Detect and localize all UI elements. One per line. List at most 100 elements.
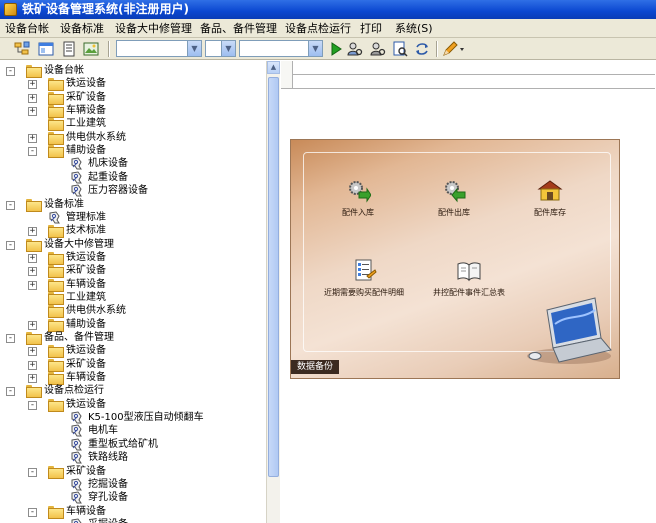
tree-node-label: 工业建筑 xyxy=(66,291,106,303)
tree-view-icon[interactable] xyxy=(14,41,30,57)
tree-node[interactable]: - 设备台帐 xyxy=(0,64,264,78)
tree-node[interactable]: 机床设备 xyxy=(0,157,264,170)
tree-scrollbar[interactable]: ▲ xyxy=(266,61,280,523)
expand-icon[interactable]: + xyxy=(28,80,37,90)
filter-combo-3[interactable]: ▼ xyxy=(239,40,323,57)
expand-icon[interactable]: + xyxy=(28,107,37,117)
data-backup-button[interactable]: 数据备份 xyxy=(291,360,340,374)
tree-node-label: 电机车 xyxy=(88,425,118,437)
expand-icon[interactable]: + xyxy=(28,360,37,370)
tree-node[interactable]: K5-100型液压自动倾翻车 xyxy=(0,411,264,424)
tree-node[interactable]: + 采矿设备 xyxy=(0,358,264,372)
folder-icon xyxy=(48,398,64,412)
tree-node-label: 设备标准 xyxy=(44,198,84,210)
tree-node[interactable]: + 采矿设备 xyxy=(0,91,264,105)
collapse-icon[interactable]: - xyxy=(6,240,15,250)
expand-icon[interactable]: + xyxy=(28,347,37,357)
tree-node[interactable]: 起重设备 xyxy=(0,171,264,184)
tree-node[interactable]: - 设备标准 xyxy=(0,198,264,212)
window-icon[interactable] xyxy=(38,41,54,57)
expand-icon[interactable]: + xyxy=(28,320,37,330)
equipment-icon xyxy=(70,171,83,184)
menu-item[interactable]: 系统(S) xyxy=(395,19,433,38)
expand-icon[interactable]: + xyxy=(28,253,37,263)
tree-node[interactable]: + 车辆设备 xyxy=(0,371,264,386)
collapse-icon[interactable]: - xyxy=(28,400,37,410)
folder-icon xyxy=(48,505,64,519)
tree-node[interactable]: - 车辆设备 xyxy=(0,505,264,519)
filter-combo-1[interactable]: ▼ xyxy=(116,40,202,57)
report-icon[interactable] xyxy=(392,41,408,57)
tree-node-label: 挖掘设备 xyxy=(88,478,128,490)
expand-icon[interactable]: + xyxy=(28,280,37,290)
collapse-icon[interactable]: - xyxy=(6,200,15,210)
collapse-icon[interactable]: - xyxy=(6,387,15,397)
play-icon[interactable] xyxy=(328,41,344,57)
tree-node[interactable]: 穿孔设备 xyxy=(0,491,264,504)
collapse-icon[interactable]: - xyxy=(28,467,37,477)
parts-stock-button[interactable]: 配件库存 xyxy=(505,178,595,218)
tree-node[interactable]: + 铁运设备 xyxy=(0,251,264,265)
event-summary-button[interactable]: 井控配件事件汇总表 xyxy=(419,258,519,298)
tree-node-label: 设备大中修管理 xyxy=(44,238,114,250)
folder-icon xyxy=(48,318,64,332)
collapse-icon[interactable]: - xyxy=(6,67,15,76)
expand-icon[interactable]: + xyxy=(28,267,37,277)
tree-node[interactable]: + 技术标准 xyxy=(0,224,264,239)
tree-node[interactable]: 重型板式给矿机 xyxy=(0,438,264,451)
grid-header-row xyxy=(293,61,655,75)
tree-node-label: 车辆设备 xyxy=(66,105,106,117)
tree-node[interactable]: + 辅助设备 xyxy=(0,318,264,332)
tree-node[interactable]: - 备品、备件管理 xyxy=(0,331,264,345)
tree-node[interactable]: 供电供水系统 xyxy=(0,304,264,319)
parts-in-button[interactable]: 配件入库 xyxy=(313,178,403,218)
tree-node[interactable]: + 车辆设备 xyxy=(0,104,264,119)
tree-node[interactable]: - 采矿设备 xyxy=(0,465,264,479)
tree-node[interactable]: 工业建筑 xyxy=(0,291,264,305)
menu-item[interactable]: 打印 xyxy=(360,19,382,38)
tree-node[interactable]: + 铁运设备 xyxy=(0,344,264,359)
tree-node[interactable]: - 铁运设备 xyxy=(0,398,264,412)
scroll-thumb[interactable] xyxy=(268,77,279,477)
tree-node[interactable]: 铁路线路 xyxy=(0,451,264,464)
menu-item[interactable]: 设备标准 xyxy=(60,19,104,38)
menu-item[interactable]: 设备点检运行 xyxy=(285,19,351,38)
tree-node[interactable]: - 设备大中修管理 xyxy=(0,238,264,252)
menu-item[interactable]: 备品、备件管理 xyxy=(200,19,277,38)
tree-node[interactable]: 工业建筑 xyxy=(0,117,264,132)
equipment-icon xyxy=(48,211,61,224)
document-icon[interactable] xyxy=(61,41,77,57)
expand-icon[interactable]: + xyxy=(28,133,37,143)
tree-node[interactable]: 压力容器设备 xyxy=(0,184,264,197)
tree-node[interactable]: 挖掘设备 xyxy=(0,478,264,491)
tree-node[interactable]: + 供电供水系统 xyxy=(0,131,264,145)
equipment-icon xyxy=(70,424,83,437)
equipment-icon xyxy=(70,411,83,424)
folder-icon xyxy=(48,91,64,105)
collapse-icon[interactable]: - xyxy=(28,507,37,517)
collapse-icon[interactable]: - xyxy=(28,147,37,157)
tree-node[interactable]: 电机车 xyxy=(0,424,264,437)
menu-item[interactable]: 设备台帐 xyxy=(5,19,49,38)
find-user-icon[interactable] xyxy=(347,41,363,57)
expand-icon[interactable]: + xyxy=(28,93,37,103)
sync-icon[interactable] xyxy=(414,41,430,57)
expand-icon[interactable]: + xyxy=(28,374,37,384)
pencil-icon[interactable] xyxy=(442,41,466,57)
find-user-2-icon[interactable] xyxy=(370,41,386,57)
menu-item[interactable]: 设备大中修管理 xyxy=(115,19,192,38)
image-icon[interactable] xyxy=(83,41,99,57)
filter-combo-2[interactable]: ▼ xyxy=(205,40,236,57)
tree-node[interactable]: + 采矿设备 xyxy=(0,264,264,279)
collapse-icon[interactable]: - xyxy=(6,334,15,343)
parts-out-button[interactable]: 配件出库 xyxy=(409,178,499,218)
scroll-up-icon[interactable]: ▲ xyxy=(267,61,280,74)
purchase-list-button[interactable]: 近期需要购买配件明细 xyxy=(309,258,419,298)
tree-node[interactable]: 管理标准 xyxy=(0,211,264,224)
tree-node[interactable]: - 辅助设备 xyxy=(0,144,264,159)
tree-node[interactable]: + 车辆设备 xyxy=(0,278,264,292)
expand-icon[interactable]: + xyxy=(28,227,37,237)
tree-node[interactable]: 采掘设备 xyxy=(0,518,264,523)
tree-node[interactable]: - 设备点检运行 xyxy=(0,384,264,399)
tree-node[interactable]: + 铁运设备 xyxy=(0,77,264,92)
